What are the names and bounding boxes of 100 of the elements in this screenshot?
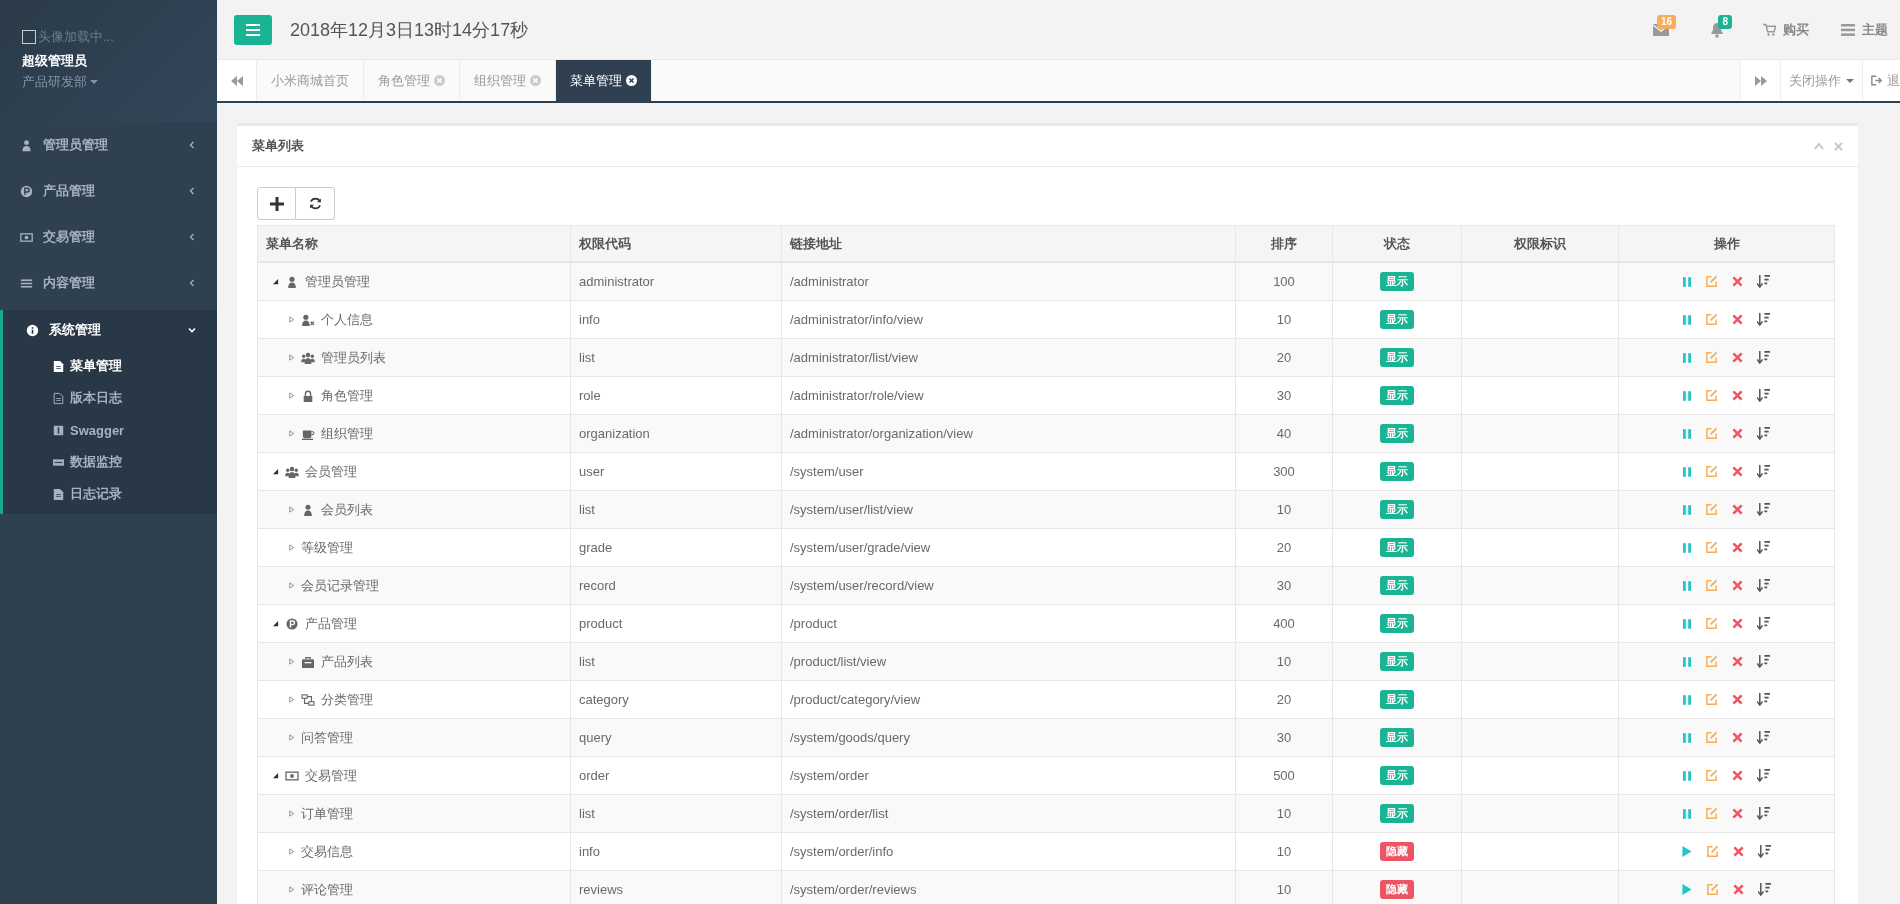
sort-icon[interactable]	[1757, 313, 1770, 326]
delete-icon[interactable]	[1732, 808, 1743, 819]
tree-toggle-icon[interactable]	[288, 354, 295, 361]
submenu-item[interactable]: 数据监控	[3, 446, 217, 478]
sort-icon[interactable]	[1758, 883, 1771, 896]
delete-icon[interactable]	[1732, 352, 1743, 363]
tree-toggle-icon[interactable]	[288, 734, 295, 741]
sort-icon[interactable]	[1757, 389, 1770, 402]
collapse-icon[interactable]	[1814, 142, 1824, 150]
tree-toggle-icon[interactable]	[272, 620, 279, 627]
delete-icon[interactable]	[1732, 732, 1743, 743]
department-dropdown[interactable]: 产品研发部	[22, 73, 98, 91]
submenu-item[interactable]: 菜单管理	[3, 350, 217, 382]
sort-icon[interactable]	[1757, 427, 1770, 440]
sort-icon[interactable]	[1757, 503, 1770, 516]
edit-icon[interactable]	[1706, 845, 1719, 858]
scroll-right-button[interactable]	[1740, 60, 1780, 101]
sort-icon[interactable]	[1757, 617, 1770, 630]
edit-icon[interactable]	[1706, 883, 1719, 896]
theme-link[interactable]: 主题	[1841, 20, 1888, 39]
sort-icon[interactable]	[1757, 731, 1770, 744]
edit-icon[interactable]	[1705, 313, 1718, 326]
tree-toggle-icon[interactable]	[288, 848, 295, 855]
delete-icon[interactable]	[1732, 656, 1743, 667]
page-tab[interactable]: 菜单管理	[556, 60, 652, 101]
edit-icon[interactable]	[1705, 541, 1718, 554]
edit-icon[interactable]	[1705, 807, 1718, 820]
menu-button[interactable]	[234, 14, 272, 45]
refresh-button[interactable]	[296, 187, 335, 220]
edit-icon[interactable]	[1705, 579, 1718, 592]
delete-icon[interactable]	[1732, 390, 1743, 401]
tree-toggle-icon[interactable]	[288, 430, 295, 437]
pause-icon[interactable]	[1683, 618, 1691, 629]
sidebar-item[interactable]: 系统管理	[0, 310, 217, 350]
tree-toggle-icon[interactable]	[288, 886, 295, 893]
sort-icon[interactable]	[1757, 275, 1770, 288]
close-options-dropdown[interactable]: 关闭操作	[1780, 60, 1862, 101]
delete-icon[interactable]	[1733, 846, 1744, 857]
tree-toggle-icon[interactable]	[272, 772, 279, 779]
pause-icon[interactable]	[1683, 656, 1691, 667]
pause-icon[interactable]	[1683, 466, 1691, 477]
delete-icon[interactable]	[1732, 542, 1743, 553]
tree-toggle-icon[interactable]	[272, 278, 279, 285]
delete-icon[interactable]	[1732, 770, 1743, 781]
pause-icon[interactable]	[1683, 390, 1691, 401]
tree-toggle-icon[interactable]	[288, 316, 295, 323]
sort-icon[interactable]	[1758, 845, 1771, 858]
edit-icon[interactable]	[1705, 427, 1718, 440]
edit-icon[interactable]	[1705, 693, 1718, 706]
pause-icon[interactable]	[1683, 276, 1691, 287]
sort-icon[interactable]	[1757, 351, 1770, 364]
edit-icon[interactable]	[1705, 769, 1718, 782]
play-icon[interactable]	[1682, 884, 1692, 895]
tree-toggle-icon[interactable]	[288, 392, 295, 399]
pause-icon[interactable]	[1683, 732, 1691, 743]
edit-icon[interactable]	[1705, 351, 1718, 364]
scroll-left-button[interactable]	[217, 60, 257, 101]
add-button[interactable]	[257, 187, 296, 220]
sidebar-item[interactable]: 管理员管理	[0, 122, 217, 168]
page-tab[interactable]: 角色管理	[364, 60, 460, 101]
edit-icon[interactable]	[1705, 275, 1718, 288]
pause-icon[interactable]	[1683, 352, 1691, 363]
sidebar-item[interactable]: 内容管理	[0, 260, 217, 306]
edit-icon[interactable]	[1705, 731, 1718, 744]
sort-icon[interactable]	[1757, 807, 1770, 820]
delete-icon[interactable]	[1733, 884, 1744, 895]
edit-icon[interactable]	[1705, 503, 1718, 516]
tree-toggle-icon[interactable]	[288, 544, 295, 551]
pause-icon[interactable]	[1683, 694, 1691, 705]
tree-toggle-icon[interactable]	[288, 582, 295, 589]
sort-icon[interactable]	[1757, 693, 1770, 706]
submenu-item[interactable]: 日志记录	[3, 478, 217, 510]
tree-toggle-icon[interactable]	[272, 468, 279, 475]
delete-icon[interactable]	[1732, 504, 1743, 515]
delete-icon[interactable]	[1732, 580, 1743, 591]
submenu-item[interactable]: 版本日志	[3, 382, 217, 414]
pause-icon[interactable]	[1683, 428, 1691, 439]
pause-icon[interactable]	[1683, 770, 1691, 781]
play-icon[interactable]	[1682, 846, 1692, 857]
edit-icon[interactable]	[1705, 389, 1718, 402]
sort-icon[interactable]	[1757, 465, 1770, 478]
delete-icon[interactable]	[1732, 466, 1743, 477]
pause-icon[interactable]	[1683, 542, 1691, 553]
sort-icon[interactable]	[1757, 769, 1770, 782]
edit-icon[interactable]	[1705, 655, 1718, 668]
tree-toggle-icon[interactable]	[288, 696, 295, 703]
sort-icon[interactable]	[1757, 541, 1770, 554]
tree-toggle-icon[interactable]	[288, 658, 295, 665]
sort-icon[interactable]	[1757, 655, 1770, 668]
edit-icon[interactable]	[1705, 465, 1718, 478]
buy-link[interactable]: 购买	[1763, 20, 1809, 39]
close-icon[interactable]	[626, 75, 637, 86]
logout-button[interactable]: 退	[1862, 60, 1900, 101]
pause-icon[interactable]	[1683, 580, 1691, 591]
edit-icon[interactable]	[1705, 617, 1718, 630]
delete-icon[interactable]	[1732, 694, 1743, 705]
delete-icon[interactable]	[1732, 618, 1743, 629]
sort-icon[interactable]	[1757, 579, 1770, 592]
delete-icon[interactable]	[1732, 276, 1743, 287]
delete-icon[interactable]	[1732, 428, 1743, 439]
